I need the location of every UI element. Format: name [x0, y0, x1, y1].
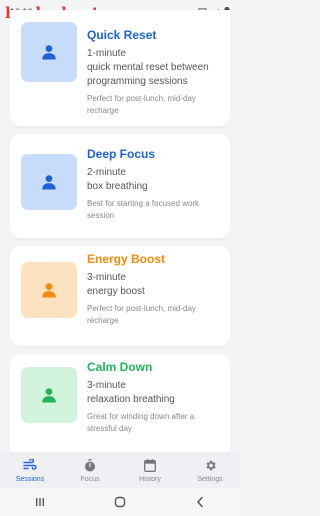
system-nav-bar — [0, 488, 240, 516]
session-description: energy boost — [87, 286, 145, 297]
session-title: Calm Down — [87, 360, 153, 374]
session-list[interactable]: Quick Reset 1-minute quick mental reset … — [0, 10, 240, 452]
session-text: Quick Reset 1-minute quick mental reset … — [87, 28, 222, 117]
session-title: Energy Boost — [87, 252, 166, 266]
nav-item-history[interactable]: History — [120, 452, 180, 483]
session-note: Perfect for post-lunch, mid-day recharge — [87, 94, 196, 115]
nav-label: History — [139, 476, 161, 483]
gear-icon — [204, 458, 217, 472]
wind-icon — [23, 458, 37, 472]
back-button[interactable] — [185, 492, 215, 512]
nav-item-focus[interactable]: Focus — [60, 452, 120, 483]
session-text: Calm Down 3-minute relaxation breathing … — [87, 360, 222, 435]
session-icon-box — [21, 367, 77, 423]
recents-button[interactable] — [25, 492, 55, 512]
session-duration: 2-minute — [87, 167, 126, 178]
nav-item-sessions[interactable]: Sessions — [0, 452, 60, 483]
session-icon-box — [21, 262, 77, 318]
home-icon — [114, 496, 126, 508]
person-icon — [42, 283, 56, 298]
bottom-nav: Sessions Focus History Settings — [0, 452, 240, 488]
session-note: Best for starting a focused work session — [87, 199, 200, 220]
session-card-calm-down[interactable]: Calm Down 3-minute relaxation breathing … — [10, 354, 230, 452]
person-icon — [42, 175, 56, 190]
nav-label: Focus — [80, 476, 100, 483]
person-icon — [42, 388, 56, 403]
session-title: Deep Focus — [87, 147, 156, 161]
session-description: quick mental reset between programming s… — [87, 62, 209, 87]
session-duration: 3-minute — [87, 272, 126, 283]
session-note: Great for winding down after a stressful… — [87, 412, 195, 433]
nav-label: Settings — [197, 476, 223, 483]
session-icon-box — [21, 22, 77, 82]
session-card-deep-focus[interactable]: Deep Focus 2-minute box breathing Best f… — [10, 134, 230, 238]
home-button[interactable] — [105, 492, 135, 512]
session-card-quick-reset[interactable]: Quick Reset 1-minute quick mental reset … — [10, 10, 230, 126]
person-icon — [42, 45, 56, 60]
session-title: Quick Reset — [87, 28, 157, 42]
session-text: Energy Boost 3-minute energy boost Perfe… — [87, 252, 222, 327]
recents-icon — [36, 498, 44, 506]
session-note: Perfect for post-lunch, mid-day recharge — [87, 304, 196, 325]
nav-label: Sessions — [15, 476, 45, 483]
stopwatch-icon — [84, 458, 96, 472]
session-card-energy-boost[interactable]: Energy Boost 3-minute energy boost Perfe… — [10, 246, 230, 346]
session-icon-box — [21, 154, 77, 210]
session-text: Deep Focus 2-minute box breathing Best f… — [87, 147, 222, 222]
calendar-icon — [144, 458, 156, 472]
back-icon — [197, 496, 203, 508]
session-description: relaxation breathing — [87, 394, 175, 405]
session-description: box breathing — [87, 181, 148, 192]
session-duration: 1-minute — [87, 48, 126, 59]
session-duration: 3-minute — [87, 380, 126, 391]
nav-item-settings[interactable]: Settings — [180, 452, 240, 483]
